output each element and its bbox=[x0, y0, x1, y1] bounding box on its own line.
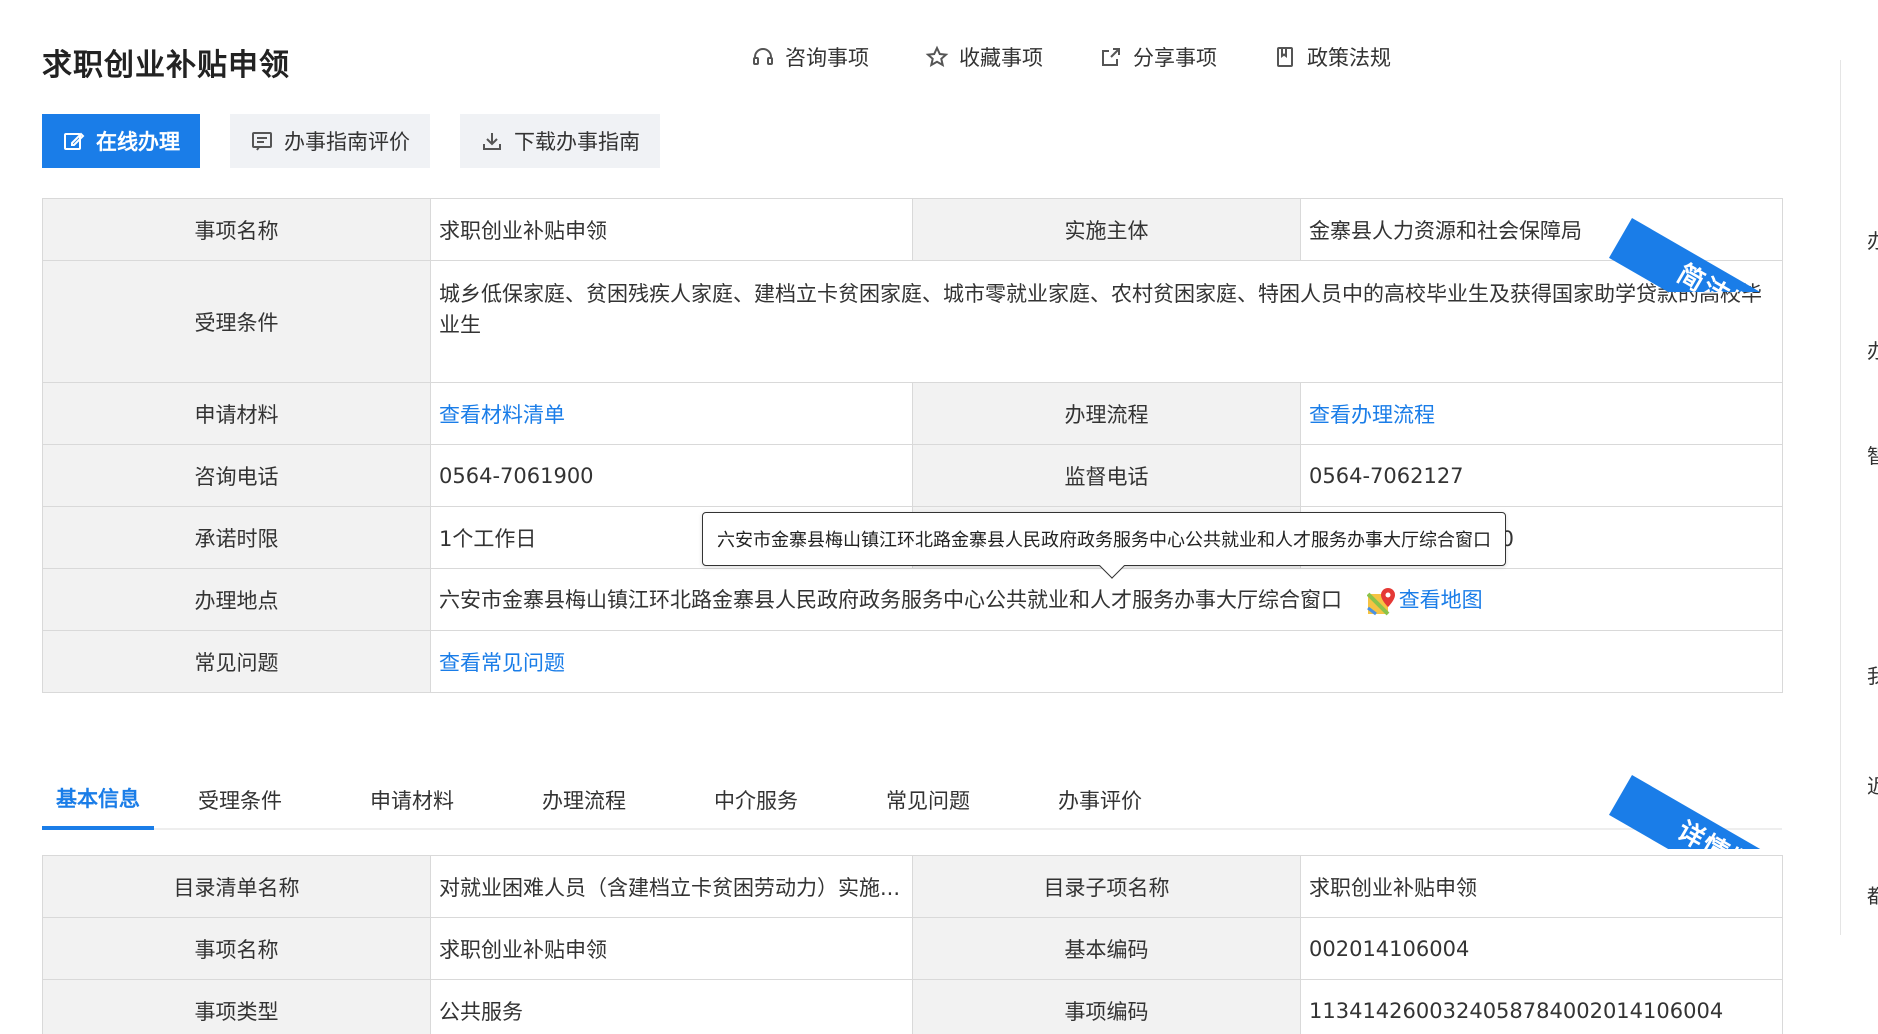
process-label: 办理流程 bbox=[912, 382, 1301, 445]
table-row: 咨询电话 0564-7061900 监督电话 0564-7062127 bbox=[42, 444, 1783, 507]
consult-label: 咨询事项 bbox=[785, 46, 869, 70]
deadline-label: 承诺时限 bbox=[42, 506, 431, 569]
online-handle-button[interactable]: 在线办理 bbox=[42, 114, 200, 168]
share-action[interactable]: 分享事项 bbox=[1099, 42, 1217, 72]
materials-label: 申请材料 bbox=[42, 382, 431, 445]
code-label: 事项编码 bbox=[912, 979, 1301, 1034]
condition-value: 城乡低保家庭、贫困残疾人家庭、建档立卡贫困家庭、城市零就业家庭、农村贫困家庭、特… bbox=[439, 282, 1762, 337]
star-icon bbox=[925, 45, 949, 67]
table-row: 常见问题 查看常见问题 bbox=[42, 630, 1783, 693]
button-row: 在线办理 办事指南评价 下载办事指南 bbox=[42, 114, 660, 168]
tab-faq[interactable]: 常见问题 bbox=[842, 770, 1014, 830]
supervise-value: 0564-7062127 bbox=[1300, 444, 1783, 507]
faq-label: 常见问题 bbox=[42, 630, 431, 693]
tab-basic-info[interactable]: 基本信息 bbox=[42, 770, 154, 830]
page: 求职创业补贴申领 咨询事项 收藏事项 分享事项 政策法规 在线办理 办事指南评价 bbox=[0, 0, 1878, 1034]
materials-link[interactable]: 查看材料清单 bbox=[439, 403, 565, 427]
table-row: 受理条件 城乡低保家庭、贫困残疾人家庭、建档立卡贫困家庭、城市零就业家庭、农村贫… bbox=[42, 260, 1783, 383]
side-panel-char: 近 bbox=[1867, 774, 1878, 798]
subitem-label: 目录子项名称 bbox=[912, 855, 1301, 918]
catalog-value: 对就业困难人员（含建档立卡贫困劳动力）实施... bbox=[430, 855, 913, 918]
supervise-label: 监督电话 bbox=[912, 444, 1301, 507]
consult-action[interactable]: 咨询事项 bbox=[751, 42, 869, 72]
page-title: 求职创业补贴申领 bbox=[42, 48, 290, 83]
header-actions: 咨询事项 收藏事项 分享事项 政策法规 bbox=[751, 42, 1391, 72]
map-link[interactable]: 查看地图 bbox=[1399, 588, 1483, 612]
process-cell: 查看办理流程 bbox=[1300, 382, 1783, 445]
simple-info-table: 事项名称 求职创业补贴申领 实施主体 金寨县人力资源和社会保障局 受理条件 城乡… bbox=[42, 198, 1783, 693]
location-cell: 六安市金寨县梅山镇江环北路金寨县人民政府政务服务中心公共就业和人才服务办事大厅综… bbox=[430, 568, 1783, 631]
condition-cell: 城乡低保家庭、贫困残疾人家庭、建档立卡贫困家庭、城市零就业家庭、农村贫困家庭、特… bbox=[430, 260, 1783, 383]
table-row: 事项名称 求职创业补贴申领 基本编码 002014106004 bbox=[42, 917, 1783, 980]
detail-tabs: 基本信息 受理条件 申请材料 办理流程 中介服务 常见问题 办事评价 bbox=[42, 770, 1782, 830]
side-panel-char: 办 bbox=[1867, 229, 1878, 253]
side-panel-char: 办 bbox=[1867, 339, 1878, 363]
comment-icon bbox=[252, 132, 272, 151]
table-row: 办理地点 六安市金寨县梅山镇江环北路金寨县人民政府政务服务中心公共就业和人才服务… bbox=[42, 568, 1783, 631]
condition-label: 受理条件 bbox=[42, 260, 431, 383]
subject-label: 实施主体 bbox=[912, 198, 1301, 261]
code-value: 11341426003240587840020141060​04 bbox=[1300, 979, 1783, 1034]
tab-intermediary[interactable]: 中介服务 bbox=[670, 770, 842, 830]
table-row: 事项类型 公共服务 事项编码 1134142600324058784002014… bbox=[42, 979, 1783, 1034]
detail-version-label: 详情版 bbox=[1609, 775, 1782, 849]
map-icon[interactable] bbox=[1366, 586, 1397, 616]
detail-info-table: 目录清单名称 对就业困难人员（含建档立卡贫困劳动力）实施... 目录子项名称 求… bbox=[42, 855, 1783, 1034]
side-panel-char: 都 bbox=[1867, 884, 1878, 908]
catalog-label: 目录清单名称 bbox=[42, 855, 431, 918]
policy-label: 政策法规 bbox=[1307, 46, 1391, 70]
side-panel-char: 智 bbox=[1867, 444, 1878, 468]
detail-version-ribbon: 详情版 bbox=[1602, 755, 1782, 849]
faq-cell: 查看常见问题 bbox=[430, 630, 1783, 693]
share-icon bbox=[1102, 48, 1120, 66]
book-icon bbox=[1277, 47, 1293, 67]
item-name-value: 求职创业补贴申领 bbox=[430, 198, 913, 261]
headset-icon bbox=[753, 48, 773, 65]
tab-process[interactable]: 办理流程 bbox=[498, 770, 670, 830]
share-label: 分享事项 bbox=[1133, 46, 1217, 70]
name-value: 求职创业补贴申领 bbox=[430, 917, 913, 980]
table-row: 申请材料 查看材料清单 办理流程 查看办理流程 bbox=[42, 382, 1783, 445]
download-guide-label: 下载办事指南 bbox=[514, 130, 640, 154]
edit-icon bbox=[64, 132, 85, 150]
location-label: 办理地点 bbox=[42, 568, 431, 631]
policy-action[interactable]: 政策法规 bbox=[1273, 42, 1391, 72]
type-label: 事项类型 bbox=[42, 979, 431, 1034]
name-label: 事项名称 bbox=[42, 917, 431, 980]
phone-value: 0564-7061900 bbox=[430, 444, 913, 507]
location-value: 六安市金寨县梅山镇江环北路金寨县人民政府政务服务中心公共就业和人才服务办事大厅综… bbox=[439, 587, 1342, 612]
favorite-label: 收藏事项 bbox=[959, 46, 1043, 70]
simple-version-label: 简洁版 bbox=[1609, 218, 1782, 292]
online-handle-label: 在线办理 bbox=[96, 130, 180, 154]
favorite-action[interactable]: 收藏事项 bbox=[925, 42, 1043, 72]
item-name-label: 事项名称 bbox=[42, 198, 431, 261]
type-value: 公共服务 bbox=[430, 979, 913, 1034]
location-tooltip: 六安市金寨县梅山镇江环北路金寨县人民政府政务服务中心公共就业和人才服务办事大厅综… bbox=[702, 512, 1506, 579]
phone-label: 咨询电话 bbox=[42, 444, 431, 507]
basecode-label: 基本编码 bbox=[912, 917, 1301, 980]
process-link[interactable]: 查看办理流程 bbox=[1309, 403, 1435, 427]
faq-link[interactable]: 查看常见问题 bbox=[439, 651, 565, 675]
guide-evaluate-label: 办事指南评价 bbox=[284, 130, 410, 154]
tooltip-text: 六安市金寨县梅山镇江环北路金寨县人民政府政务服务中心公共就业和人才服务办事大厅综… bbox=[717, 530, 1491, 551]
basecode-value: 002014106004 bbox=[1300, 917, 1783, 980]
tab-conditions[interactable]: 受理条件 bbox=[154, 770, 326, 830]
materials-cell: 查看材料清单 bbox=[430, 382, 913, 445]
download-icon bbox=[483, 133, 501, 150]
download-guide-button[interactable]: 下载办事指南 bbox=[460, 114, 660, 168]
guide-evaluate-button[interactable]: 办事指南评价 bbox=[230, 114, 430, 168]
tab-materials[interactable]: 申请材料 bbox=[326, 770, 498, 830]
side-panel-char: 我 bbox=[1867, 664, 1878, 688]
table-row: 事项名称 求职创业补贴申领 实施主体 金寨县人力资源和社会保障局 bbox=[42, 198, 1783, 261]
tab-evaluation[interactable]: 办事评价 bbox=[1014, 770, 1186, 830]
subitem-value: 求职创业补贴申领 bbox=[1300, 855, 1783, 918]
side-panel: 办 办 智 我 近 都 bbox=[1840, 60, 1878, 935]
table-row: 目录清单名称 对就业困难人员（含建档立卡贫困劳动力）实施... 目录子项名称 求… bbox=[42, 855, 1783, 918]
simple-version-ribbon: 简洁版 bbox=[1602, 198, 1782, 292]
